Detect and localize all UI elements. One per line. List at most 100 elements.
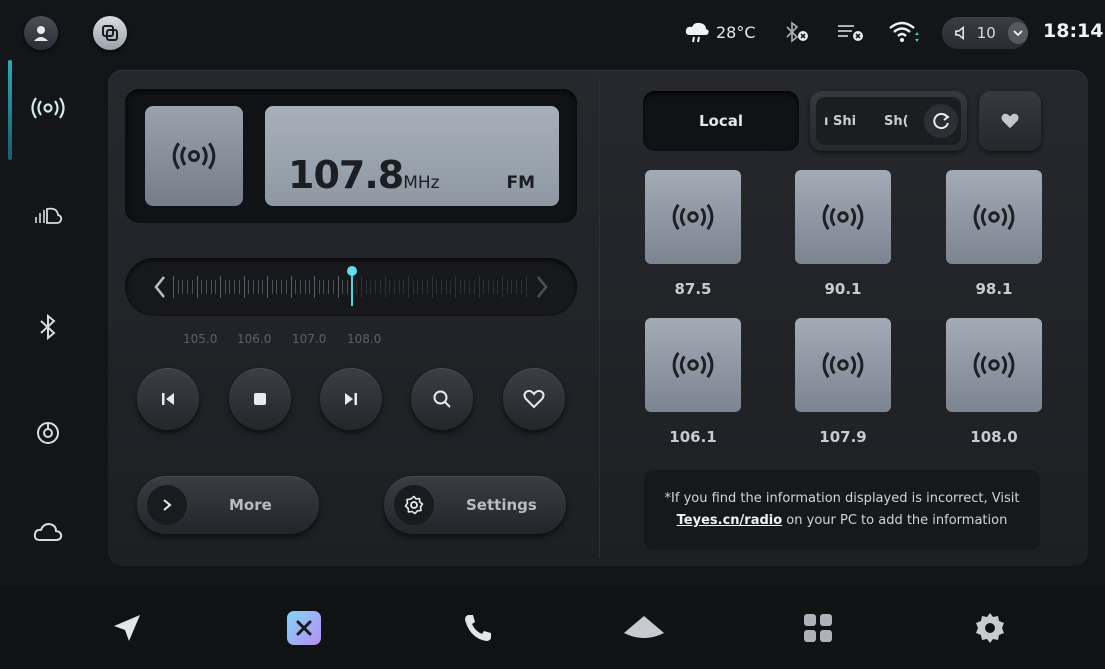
- scale-tick: [450, 280, 452, 294]
- more-button[interactable]: More: [137, 476, 319, 534]
- scale-tick: [257, 280, 259, 294]
- close-icon: [296, 620, 312, 636]
- preset-station[interactable]: 108.0: [946, 318, 1042, 446]
- scale-tick: [205, 280, 207, 294]
- scale-tick: [379, 280, 381, 294]
- dock-navigation[interactable]: [105, 606, 149, 650]
- scale-tick: [473, 280, 475, 294]
- tab-local[interactable]: Local: [643, 91, 799, 151]
- multitask-button[interactable]: [93, 16, 127, 50]
- heart-icon: [1001, 113, 1019, 129]
- scale-tick: [436, 280, 438, 294]
- scale-tick: [173, 276, 174, 298]
- refresh-button[interactable]: [924, 104, 958, 138]
- wifi-icon: [889, 21, 919, 42]
- scale-tick: [492, 280, 494, 294]
- scale-tick: [525, 276, 527, 298]
- previous-button[interactable]: [137, 368, 199, 430]
- scale-label: 106.0: [237, 332, 272, 346]
- more-label: More: [229, 496, 272, 514]
- radio-waves-icon: [822, 351, 864, 379]
- info-line-2: Teyes.cn/radio on your PC to add the inf…: [644, 510, 1040, 532]
- dock-home[interactable]: [622, 606, 666, 650]
- scale-tick: [417, 280, 419, 294]
- preset-station[interactable]: 106.1: [645, 318, 741, 446]
- radio-waves-icon: [172, 142, 216, 170]
- bluetooth-status: [782, 18, 810, 46]
- phone-icon: [465, 615, 491, 641]
- scale-tick: [248, 280, 250, 294]
- sidebar-item-music[interactable]: [18, 185, 78, 245]
- scale-tick: [267, 276, 268, 298]
- clock: 18:14: [1043, 20, 1104, 42]
- scale-tick: [314, 276, 315, 298]
- dock-settings[interactable]: [968, 606, 1012, 650]
- preset-station[interactable]: 107.9: [795, 318, 891, 446]
- user-icon: [34, 26, 48, 41]
- scale-tick: [497, 280, 499, 294]
- frequency-lcd: 107.8MHz FM: [265, 106, 559, 206]
- volume-control[interactable]: 10: [942, 17, 1028, 49]
- weather[interactable]: 28°C: [684, 18, 756, 46]
- dock-phone[interactable]: [456, 606, 500, 650]
- next-button[interactable]: [320, 368, 382, 430]
- chevron-right-icon[interactable]: [535, 275, 549, 299]
- radio-waves-icon: [973, 203, 1015, 231]
- scale-tick: [243, 276, 245, 298]
- sidebar-item-disc[interactable]: [18, 403, 78, 463]
- active-indicator: [8, 60, 12, 160]
- info-notice: *If you find the information displayed i…: [644, 470, 1040, 550]
- tab-favorites[interactable]: [979, 91, 1041, 151]
- chevron-left-icon[interactable]: [153, 275, 167, 299]
- volume-value: 10: [976, 24, 996, 42]
- scale-tick: [445, 280, 447, 294]
- tuning-needle-head[interactable]: [347, 266, 357, 276]
- scale-tick: [487, 280, 489, 294]
- preset-tile: [795, 318, 891, 412]
- scale-tick: [469, 280, 471, 294]
- dock-apps[interactable]: [796, 606, 840, 650]
- preset-frequency: 98.1: [975, 280, 1013, 298]
- scale-tick: [191, 280, 193, 294]
- scale-tick: [309, 280, 311, 294]
- panel-divider: [599, 78, 600, 558]
- preset-frequency: 108.0: [970, 428, 1018, 446]
- settings-button[interactable]: Settings: [384, 476, 566, 534]
- tab-local-label: Local: [698, 112, 744, 130]
- scale-tick: [323, 280, 325, 294]
- scale-tick: [393, 280, 395, 294]
- scale-tick: [332, 280, 334, 294]
- preset-station[interactable]: 98.1: [946, 170, 1042, 298]
- scale-tick: [516, 280, 518, 294]
- stop-button[interactable]: [229, 368, 291, 430]
- tuning-slider[interactable]: [125, 258, 577, 316]
- scale-tick: [389, 280, 391, 294]
- preset-station[interactable]: 90.1: [795, 170, 891, 298]
- disc-icon: [37, 422, 59, 444]
- home-diamond-icon: [624, 616, 664, 638]
- scale-tick: [177, 280, 179, 294]
- navigation-arrow-icon: [114, 615, 140, 641]
- search-button[interactable]: [411, 368, 473, 430]
- dock-app-x[interactable]: [282, 606, 326, 650]
- frequency-value: 107.8: [288, 153, 404, 197]
- sidebar-item-cloud[interactable]: [18, 502, 78, 562]
- volume-dropdown-button[interactable]: [1007, 22, 1028, 44]
- scale-tick: [285, 280, 287, 294]
- sidebar-item-bluetooth[interactable]: [18, 297, 78, 357]
- preset-frequency: 107.9: [819, 428, 867, 446]
- sidebar-item-radio[interactable]: [18, 78, 78, 138]
- scale-tick: [238, 280, 240, 294]
- scale-tick: [290, 276, 292, 298]
- scale-tick: [426, 280, 428, 294]
- tab-scroll[interactable]: ı Shi Sh(: [810, 91, 967, 151]
- profile-button[interactable]: [24, 16, 58, 50]
- scale-tick: [346, 280, 348, 294]
- info-link[interactable]: Teyes.cn/radio: [677, 513, 783, 528]
- scale-tick: [220, 276, 221, 298]
- preset-station[interactable]: 87.5: [645, 170, 741, 298]
- scale-tick: [201, 280, 203, 294]
- scale-tick: [234, 280, 236, 294]
- search-icon: [433, 390, 451, 408]
- favorite-button[interactable]: [503, 368, 565, 430]
